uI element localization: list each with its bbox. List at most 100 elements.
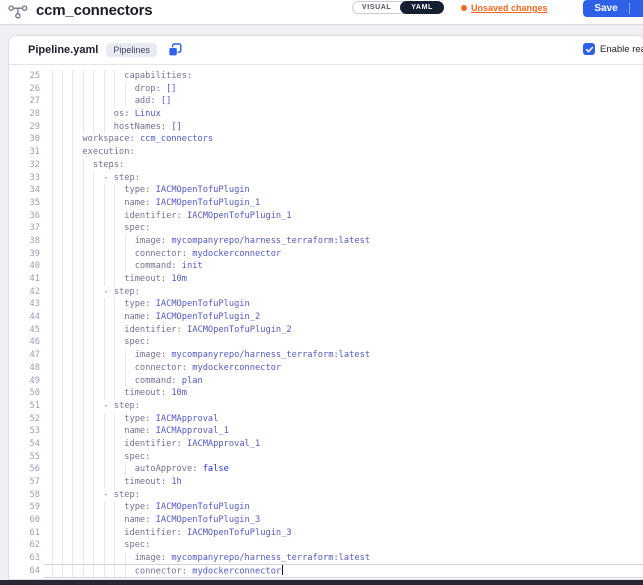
code-line[interactable]: 57 timeout: 1h — [9, 476, 643, 489]
toggle-yaml[interactable]: YAML — [400, 1, 444, 14]
code-line[interactable]: 58 - step: — [9, 489, 643, 502]
line-number: 51 — [9, 400, 40, 413]
code-line[interactable]: 50 timeout: 10m — [9, 387, 643, 400]
code-line[interactable]: 63 image: mycompanyrepo/harness_terrafor… — [9, 552, 643, 565]
code-line[interactable]: 59 type: IACMOpenTofuPlugin — [9, 501, 643, 514]
code-text: image: mycompanyrepo/harness_terraform:l… — [51, 349, 370, 362]
code-text: hostNames: [] — [51, 121, 182, 134]
line-number: 54 — [9, 438, 40, 451]
code-line[interactable]: 27 add: [] — [9, 95, 643, 108]
code-text: identifier: IACMOpenTofuPlugin_3 — [51, 527, 292, 540]
line-number: 43 — [9, 298, 40, 311]
code-line[interactable]: 37 spec: — [9, 222, 643, 235]
line-number: 29 — [9, 121, 40, 134]
code-line[interactable]: 35 name: IACMOpenTofuPlugin_1 — [9, 197, 643, 210]
enable-edit-checkbox[interactable] — [583, 43, 595, 55]
code-text: timeout: 10m — [51, 387, 187, 400]
line-number: 57 — [9, 476, 40, 489]
line-number: 52 — [9, 413, 40, 426]
copy-button[interactable] — [168, 43, 182, 57]
code-line[interactable]: 32 steps: — [9, 159, 643, 172]
code-line[interactable]: 42 - step: — [9, 286, 643, 299]
page-title: ccm_connectors — [36, 0, 152, 24]
chevron-down-icon[interactable]: ▾ — [630, 0, 643, 17]
code-line[interactable]: 41 timeout: 10m — [9, 273, 643, 286]
text-cursor — [282, 565, 283, 575]
code-line[interactable]: 61 identifier: IACMOpenTofuPlugin_3 — [9, 527, 643, 540]
line-number: 63 — [9, 552, 40, 565]
save-button[interactable]: Save ▾ — [583, 0, 643, 17]
line-number: 62 — [9, 539, 40, 552]
line-number: 27 — [9, 95, 40, 108]
code-text: execution: — [51, 146, 135, 159]
code-text: add: [] — [51, 95, 171, 108]
code-line[interactable]: 49 command: plan — [9, 375, 643, 388]
code-line[interactable]: 55 spec: — [9, 451, 643, 464]
panel-header: Pipeline.yaml Pipelines Enable read/ — [9, 36, 643, 65]
code-text: connector: mydockerconnector — [51, 565, 283, 578]
code-text: name: IACMOpenTofuPlugin_2 — [51, 311, 260, 324]
code-line[interactable]: 54 identifier: IACMApproval_1 — [9, 438, 643, 451]
code-text: spec: — [51, 539, 150, 552]
line-number: 44 — [9, 311, 40, 324]
code-text: drop: [] — [51, 83, 177, 96]
code-text: capabilities: — [51, 70, 192, 83]
yaml-code-editor[interactable]: 25 capabilities:26 drop: []27 add: []28 … — [9, 65, 643, 578]
code-text: identifier: IACMOpenTofuPlugin_2 — [51, 324, 292, 337]
code-line[interactable]: 44 name: IACMOpenTofuPlugin_2 — [9, 311, 643, 324]
check-icon — [585, 45, 594, 54]
code-line[interactable]: 25 capabilities: — [9, 70, 643, 83]
unsaved-changes-label: Unsaved changes — [471, 3, 548, 13]
bottom-window-edge — [0, 580, 643, 585]
code-text: command: init — [51, 260, 203, 273]
code-line[interactable]: 29 hostNames: [] — [9, 121, 643, 134]
code-line[interactable]: 28 os: Linux — [9, 108, 643, 121]
line-number: 64 — [9, 565, 40, 578]
code-line[interactable]: 31 execution: — [9, 146, 643, 159]
line-number: 31 — [9, 146, 40, 159]
code-text: type: IACMOpenTofuPlugin — [51, 184, 250, 197]
code-text: spec: — [51, 451, 150, 464]
line-number: 50 — [9, 387, 40, 400]
code-line[interactable]: 46 spec: — [9, 336, 643, 349]
code-text: type: IACMApproval — [51, 413, 218, 426]
code-line[interactable]: 64 connector: mydockerconnector — [9, 565, 643, 578]
code-line[interactable]: 36 identifier: IACMOpenTofuPlugin_1 — [9, 210, 643, 223]
entity-type-badge: Pipelines — [106, 43, 157, 57]
line-number: 41 — [9, 273, 40, 286]
code-line[interactable]: 47 image: mycompanyrepo/harness_terrafor… — [9, 349, 643, 362]
code-line[interactable]: 43 type: IACMOpenTofuPlugin — [9, 298, 643, 311]
enable-edit-control: Enable read/ — [583, 43, 643, 55]
unsaved-dot-icon — [461, 5, 467, 11]
toggle-visual[interactable]: VISUAL — [353, 2, 400, 13]
line-number: 34 — [9, 184, 40, 197]
code-line[interactable]: 56 autoApprove: false — [9, 463, 643, 476]
code-line[interactable]: 62 spec: — [9, 539, 643, 552]
code-line[interactable]: 40 command: init — [9, 260, 643, 273]
code-line[interactable]: 30 workspace: ccm_connectors — [9, 133, 643, 146]
line-number: 55 — [9, 451, 40, 464]
code-text: connector: mydockerconnector — [51, 248, 281, 261]
line-number: 42 — [9, 286, 40, 299]
unsaved-changes-link[interactable]: Unsaved changes — [461, 3, 548, 13]
code-line[interactable]: 52 type: IACMApproval — [9, 413, 643, 426]
code-line[interactable]: 34 type: IACMOpenTofuPlugin — [9, 184, 643, 197]
code-line[interactable]: 33 - step: — [9, 172, 643, 185]
line-number: 49 — [9, 375, 40, 388]
code-line[interactable]: 51 - step: — [9, 400, 643, 413]
line-number: 45 — [9, 324, 40, 337]
code-line[interactable]: 53 name: IACMApproval_1 — [9, 425, 643, 438]
code-line[interactable]: 26 drop: [] — [9, 83, 643, 96]
code-line[interactable]: 39 connector: mydockerconnector — [9, 248, 643, 261]
line-number: 46 — [9, 336, 40, 349]
code-line[interactable]: 45 identifier: IACMOpenTofuPlugin_2 — [9, 324, 643, 337]
code-text: spec: — [51, 222, 150, 235]
line-number: 48 — [9, 362, 40, 375]
code-text: - step: — [51, 286, 140, 299]
code-line[interactable]: 38 image: mycompanyrepo/harness_terrafor… — [9, 235, 643, 248]
code-text: name: IACMApproval_1 — [51, 425, 229, 438]
code-line[interactable]: 60 name: IACMOpenTofuPlugin_3 — [9, 514, 643, 527]
code-line[interactable]: 48 connector: mydockerconnector — [9, 362, 643, 375]
code-text: image: mycompanyrepo/harness_terraform:l… — [51, 235, 370, 248]
code-text: timeout: 1h — [51, 476, 182, 489]
